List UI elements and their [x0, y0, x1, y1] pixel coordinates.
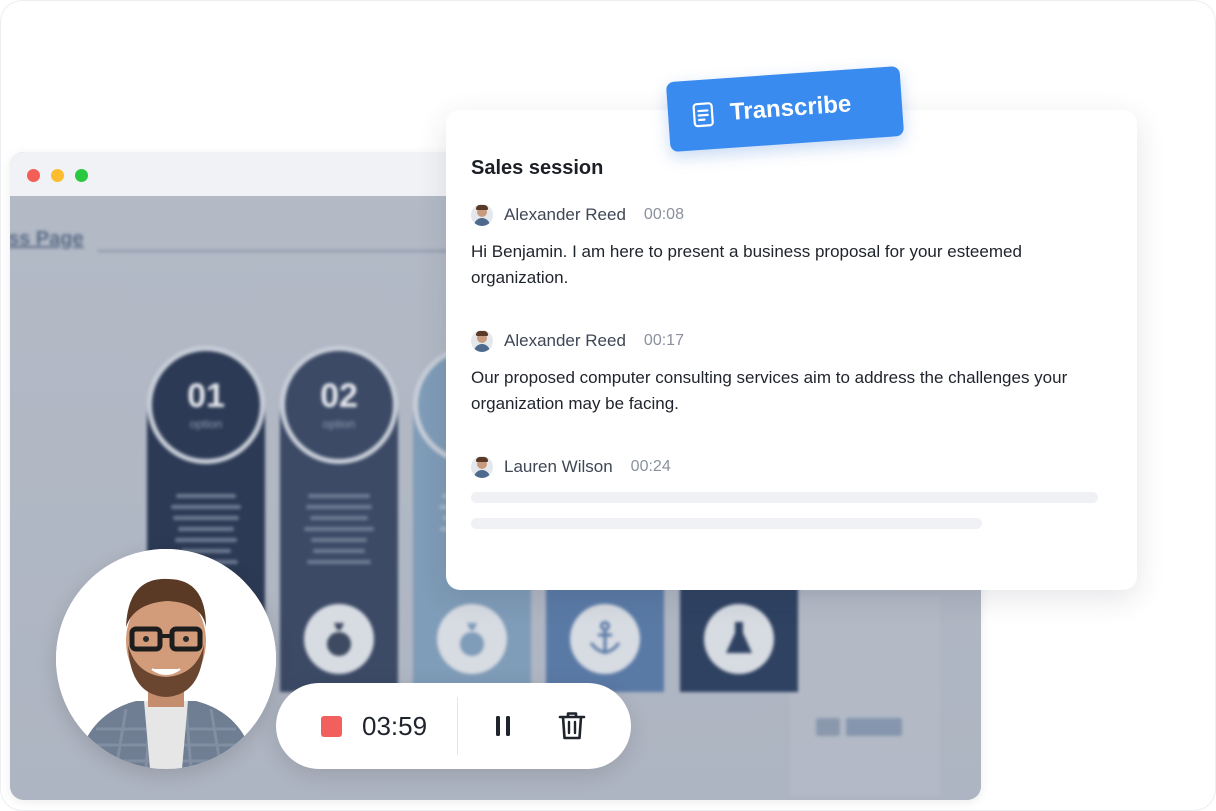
speaker-avatar — [471, 456, 493, 478]
money-bag-icon — [304, 604, 374, 674]
loading-placeholder-line — [471, 492, 1098, 503]
speaker-name: Lauren Wilson — [504, 457, 613, 476]
option-circle: 02 option — [280, 346, 398, 464]
flask-icon — [704, 604, 774, 674]
slide-nav-button — [846, 718, 902, 736]
divider — [457, 697, 458, 755]
option-circle: 01 option — [147, 346, 265, 464]
column-text-lines — [302, 494, 376, 571]
speaker-name: Alexander Reed — [504, 205, 626, 224]
pause-button[interactable] — [486, 709, 520, 743]
slide-background-block — [790, 596, 940, 796]
option-label: option — [322, 417, 356, 431]
loading-placeholder-line — [471, 518, 982, 529]
close-window-button[interactable] — [27, 169, 40, 182]
slide-nav-button — [816, 718, 840, 736]
option-number: 01 — [187, 377, 225, 415]
timestamp: 00:08 — [643, 206, 684, 223]
transcript-card: Sales session Alexander Reed 00:08 Hi Be… — [446, 110, 1137, 590]
trash-icon — [558, 712, 586, 740]
speaker-name: Alexander Reed — [504, 331, 626, 350]
speaker-avatar — [471, 330, 493, 352]
anchor-icon — [570, 604, 640, 674]
minimize-window-button[interactable] — [51, 169, 64, 182]
money-bag-icon — [437, 604, 507, 674]
document-icon — [692, 102, 714, 128]
option-label: option — [189, 417, 223, 431]
speaker-avatar — [471, 204, 493, 226]
slide-title: ss Page — [10, 228, 84, 250]
transcript-entry: Alexander Reed 00:08 Hi Benjamin. I am h… — [471, 203, 1111, 291]
timestamp: 00:17 — [643, 332, 684, 349]
pause-icon — [496, 716, 510, 736]
transcript-entry: Alexander Reed 00:17 Our proposed comput… — [471, 329, 1111, 417]
option-number: 02 — [320, 377, 358, 415]
maximize-window-button[interactable] — [75, 169, 88, 182]
participant-avatar — [56, 549, 276, 769]
transcript-text: Our proposed computer consulting service… — [471, 368, 1068, 413]
timestamp: 00:24 — [630, 458, 671, 475]
slide-option-column: 02 option — [280, 346, 398, 692]
transcribe-label: Transcribe — [729, 90, 853, 126]
stop-recording-button[interactable] — [321, 716, 342, 737]
delete-recording-button[interactable] — [555, 709, 589, 743]
recording-timer: 03:59 — [362, 711, 428, 741]
session-title: Sales session — [471, 157, 604, 179]
recording-controls: 03:59 — [276, 683, 631, 769]
transcript-entry: Lauren Wilson 00:24 — [471, 455, 1111, 479]
transcript-text: Hi Benjamin. I am here to present a busi… — [471, 242, 1022, 287]
